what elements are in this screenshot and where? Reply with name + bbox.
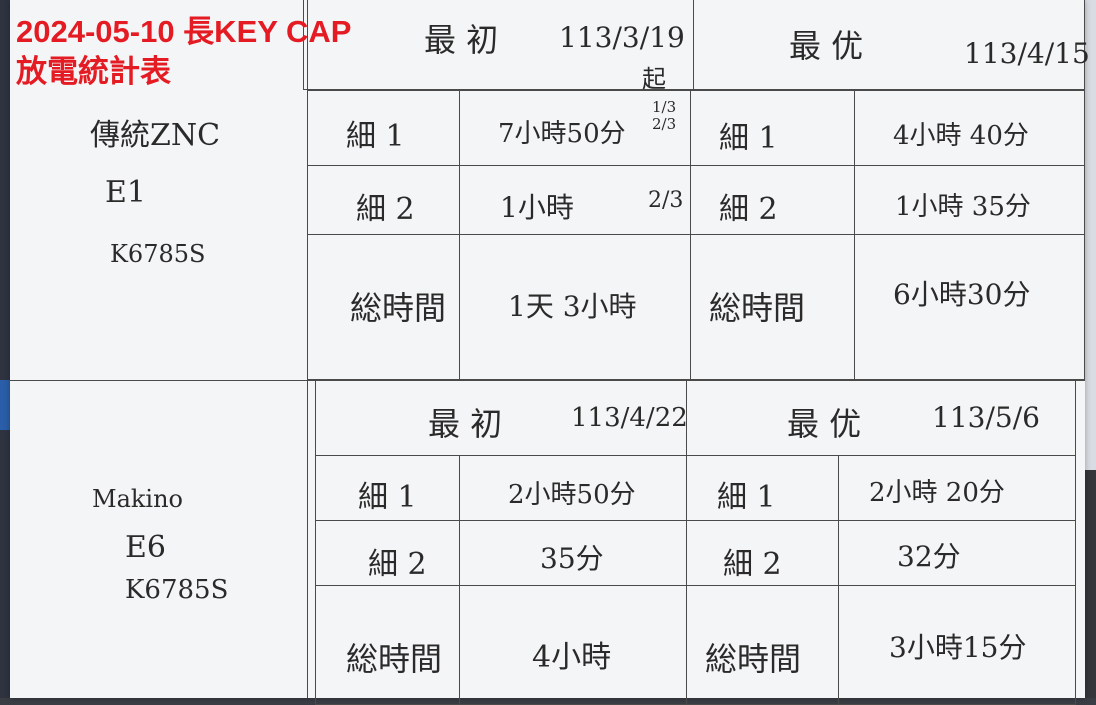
machine2-part: K6785S <box>125 575 229 605</box>
section1-row3-optimized: 6小時30分 <box>893 278 1031 311</box>
section1-row2-note: 2/3 <box>648 188 684 213</box>
section1-row3-label2-cell: 総時間 <box>690 234 855 380</box>
section1-row3-initial-cell: 1天 3小時 <box>459 234 691 380</box>
section2-initial-date: 113/4/22 <box>571 403 688 433</box>
section2-row3-label: 総時間 <box>346 640 443 678</box>
section1-row1-note: 1/3 2/3 <box>652 98 677 133</box>
section2-optimized-label: 最 优 <box>787 405 862 443</box>
section2-header-optimized: 最 优 113/5/6 <box>686 380 1076 456</box>
section1-row2-initial: 1小時 <box>500 191 574 224</box>
section2-row1-label-cell: 細 1 <box>315 455 460 521</box>
section2-row1-optimized-cell: 2小時 20分 <box>838 455 1076 521</box>
section2-row3-initial-cell: 4小時 <box>459 585 687 705</box>
machine2-electrode: E6 <box>125 530 166 565</box>
section1-row2-initial-cell: 1小時 2/3 <box>459 165 691 235</box>
section2-row2-label: 細 2 <box>368 547 427 582</box>
section1-initial-label: 最 初 <box>424 21 499 59</box>
machine1-name: 傳統ZNC <box>90 118 221 153</box>
overlay-title: 2024-05-10 長KEY CAP 放電統計表 <box>16 12 351 92</box>
section2-row2-label2: 細 2 <box>723 547 782 582</box>
section1-row1-initial: 7小時50分 <box>498 119 626 149</box>
section1-row2-label: 細 2 <box>356 192 415 227</box>
section1-row3-optimized-cell: 6小時30分 <box>854 234 1085 380</box>
machine1-part: K6785S <box>110 240 206 268</box>
section1-optimized-date: 113/4/15 <box>964 37 1090 70</box>
section2-row1-label: 細 1 <box>358 480 417 515</box>
section1-row2-label2-cell: 細 2 <box>690 165 855 235</box>
section1-initial-date: 113/3/19 <box>559 21 685 54</box>
section2-row1-initial: 2小時50分 <box>508 480 636 510</box>
section2-header-initial: 最 初 113/4/22 <box>315 380 688 456</box>
section2-row1-initial-cell: 2小時50分 <box>459 455 687 521</box>
section1-row1-label2: 細 1 <box>719 121 778 156</box>
section1-row1-label-cell: 細 1 <box>307 90 460 166</box>
section1-optimized-label: 最 优 <box>789 27 864 65</box>
section1-row2-label-cell: 細 2 <box>307 165 460 235</box>
machine1-electrode: E1 <box>105 175 146 210</box>
section2-optimized-date: 113/5/6 <box>932 401 1040 434</box>
section1-header-optimized: 最 优 113/4/15 <box>693 0 1090 90</box>
overlay-title-line2: 放電統計表 <box>16 54 171 89</box>
section1-row2-label2: 細 2 <box>719 192 778 227</box>
section1-header-initial: 最 初 113/3/19 起 <box>303 0 694 93</box>
section1-row2-optimized: 1小時 35分 <box>895 192 1031 222</box>
paper-sheet: 傳統ZNC E1 K6785S Makino E6 K6785S 最 初 113… <box>10 0 1090 705</box>
section1-row3-initial: 1天 3小時 <box>508 290 637 323</box>
section1-row1-label: 細 1 <box>346 119 405 154</box>
section2-row3-label-cell: 総時間 <box>315 585 460 705</box>
section1-row1-optimized-cell: 4小時 40分 <box>854 90 1085 166</box>
section2-row2-initial: 35分 <box>540 542 604 575</box>
section1-row1-label2-cell: 細 1 <box>690 90 855 166</box>
section2-row2-optimized-cell: 32分 <box>838 520 1076 586</box>
section2-row2-label-cell: 細 2 <box>315 520 460 586</box>
section2-row2-initial-cell: 35分 <box>459 520 687 586</box>
section2-row1-label2: 細 1 <box>717 480 776 515</box>
section1-row3-label-cell: 総時間 <box>307 234 460 380</box>
section1-row3-label: 総時間 <box>350 289 447 327</box>
machine2-name: Makino <box>92 485 184 513</box>
section2-row1-label2-cell: 細 1 <box>686 455 839 521</box>
section2-row3-label2-cell: 総時間 <box>686 585 839 705</box>
section2-initial-label: 最 初 <box>428 405 503 443</box>
section1-row1-initial-cell: 7小時50分 1/3 2/3 <box>459 90 691 166</box>
section1-row3-label2: 総時間 <box>709 289 806 327</box>
section2-row3-label2: 総時間 <box>705 640 802 678</box>
section2-row1-optimized: 2小時 20分 <box>869 478 1005 508</box>
section1-row2-optimized-cell: 1小時 35分 <box>854 165 1085 235</box>
section2-row2-optimized: 32分 <box>897 540 961 573</box>
section2-row3-initial: 4小時 <box>532 640 612 675</box>
section1-initial-note: 起 <box>642 65 666 93</box>
section2-row3-optimized-cell: 3小時15分 <box>838 585 1076 705</box>
section2-row3-optimized: 3小時15分 <box>889 631 1027 664</box>
left-column-divider <box>307 0 308 698</box>
overlay-title-line1: 2024-05-10 長KEY CAP <box>16 14 352 49</box>
section1-row1-optimized: 4小時 40分 <box>893 121 1029 151</box>
section2-row2-label2-cell: 細 2 <box>686 520 839 586</box>
